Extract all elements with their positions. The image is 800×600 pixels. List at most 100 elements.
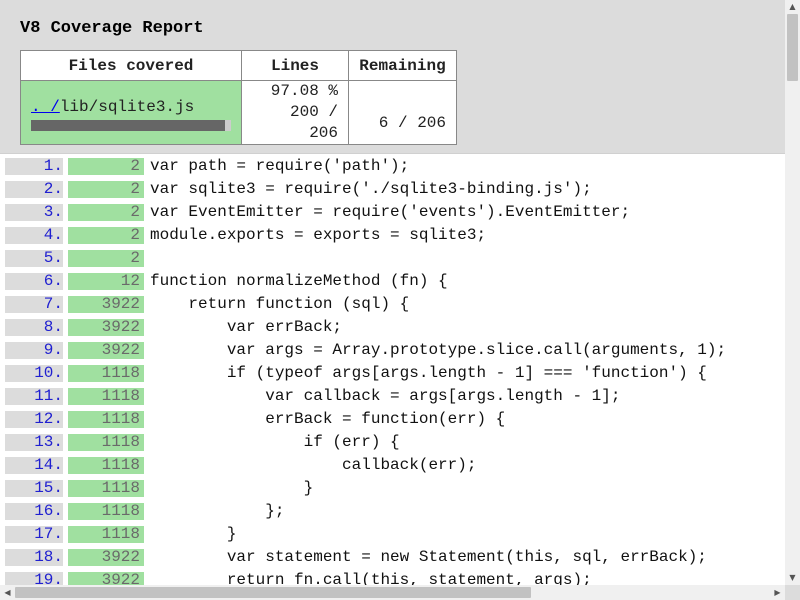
- hit-count: 3922: [68, 549, 144, 566]
- source-text: var statement = new Statement(this, sql,…: [150, 548, 707, 566]
- scroll-right-arrow-icon[interactable]: ▶: [770, 585, 785, 600]
- scroll-up-arrow-icon[interactable]: ▲: [785, 0, 800, 14]
- root-directory-link[interactable]: . /: [31, 98, 60, 116]
- code-line: 9. 3922 var args = Array.prototype.slice.…: [0, 339, 785, 362]
- code-line: 16. 1118 };: [0, 500, 785, 523]
- hit-count: 3922: [68, 572, 144, 585]
- horizontal-scrollbar[interactable]: ◀ ▶: [0, 585, 785, 600]
- line-number: 19.: [5, 572, 63, 585]
- line-number: 6.: [5, 273, 63, 290]
- lines-percent: 97.08 %: [270, 82, 338, 100]
- hit-count: 2: [68, 181, 144, 198]
- line-number: 1.: [5, 158, 63, 175]
- source-text: var path = require('path');: [150, 157, 410, 175]
- coverage-progress-bar: [31, 120, 231, 131]
- source-text: }: [150, 525, 237, 543]
- report-viewport: V8 Coverage Report Files covered Lines R…: [0, 0, 785, 585]
- code-line: 4. 2 module.exports = exports = sqlite3;: [0, 224, 785, 247]
- line-number: 8.: [5, 319, 63, 336]
- code-line: 18. 3922 var statement = new Statement(th…: [0, 546, 785, 569]
- hit-count: 3922: [68, 319, 144, 336]
- lines-header: Lines: [241, 50, 349, 81]
- line-number: 14.: [5, 457, 63, 474]
- code-line: 13. 1118 if (err) {: [0, 431, 785, 454]
- code-line: 12. 1118 errBack = function(err) {: [0, 408, 785, 431]
- line-number: 3.: [5, 204, 63, 221]
- line-number: 5.: [5, 250, 63, 267]
- source-text: return function (sql) {: [150, 295, 410, 313]
- code-line: 11. 1118 var callback = args[args.length …: [0, 385, 785, 408]
- code-line: 19. 3922 return fn.call(this, statement, …: [0, 569, 785, 585]
- hit-count: 2: [68, 227, 144, 244]
- remaining-header: Remaining: [348, 50, 457, 81]
- source-text: function normalizeMethod (fn) {: [150, 272, 448, 290]
- code-line: 7. 3922 return function (sql) {: [0, 293, 785, 316]
- line-number: 9.: [5, 342, 63, 359]
- file-name: lib/sqlite3.js: [59, 98, 195, 116]
- files-covered-header: Files covered: [20, 50, 242, 81]
- remaining-cell: 6 / 206: [348, 80, 457, 145]
- code-line: 3. 2 var EventEmitter = require('events').…: [0, 201, 785, 224]
- hit-count: 3922: [68, 342, 144, 359]
- hit-count: 1118: [68, 480, 144, 497]
- scroll-left-arrow-icon[interactable]: ◀: [0, 585, 15, 600]
- line-number: 12.: [5, 411, 63, 428]
- source-text: var callback = args[args.length - 1];: [150, 387, 621, 405]
- hit-count: 1118: [68, 503, 144, 520]
- code-line: 10. 1118 if (typeof args[args.length - 1]…: [0, 362, 785, 385]
- source-text: errBack = function(err) {: [150, 410, 506, 428]
- line-number: 17.: [5, 526, 63, 543]
- code-line: 2. 2 var sqlite3 = require('./sqlite3-bind…: [0, 178, 785, 201]
- source-text: }: [150, 479, 314, 497]
- source-text: var errBack;: [150, 318, 343, 336]
- summary-table: Files covered Lines Remaining . /lib/sql…: [20, 50, 457, 145]
- source-text: if (err) {: [150, 433, 400, 451]
- remaining-count: 6 / 206: [378, 113, 446, 132]
- line-number: 16.: [5, 503, 63, 520]
- coverage-progress-fill: [31, 120, 226, 131]
- source-text: callback(err);: [150, 456, 477, 474]
- scroll-down-arrow-icon[interactable]: ▼: [785, 571, 800, 585]
- code-line: 5. 2: [0, 247, 785, 270]
- vertical-scroll-thumb[interactable]: [787, 14, 798, 81]
- line-number: 18.: [5, 549, 63, 566]
- code-line: 8. 3922 var errBack;: [0, 316, 785, 339]
- hit-count: 1118: [68, 411, 144, 428]
- source-text: var sqlite3 = require('./sqlite3-binding…: [150, 180, 592, 198]
- report-header: V8 Coverage Report Files covered Lines R…: [0, 0, 785, 154]
- file-cell: . /lib/sqlite3.js: [20, 80, 242, 145]
- line-number: 7.: [5, 296, 63, 313]
- hit-count: 1118: [68, 526, 144, 543]
- horizontal-scroll-thumb[interactable]: [15, 587, 531, 598]
- source-text: return fn.call(this, statement, args);: [150, 571, 592, 586]
- hit-count: 2: [68, 250, 144, 267]
- source-text: var EventEmitter = require('events').Eve…: [150, 203, 631, 221]
- page-title: V8 Coverage Report: [20, 19, 204, 38]
- code-line: 1. 2 var path = require('path');: [0, 155, 785, 178]
- line-number: 15.: [5, 480, 63, 497]
- code-line: 17. 1118 }: [0, 523, 785, 546]
- code-line: 15. 1118 }: [0, 477, 785, 500]
- hit-count: 1118: [68, 388, 144, 405]
- summary-file-row: . /lib/sqlite3.js 97.08 % 200 / 206 6 / …: [20, 80, 457, 145]
- hit-count: 2: [68, 158, 144, 175]
- source-text: module.exports = exports = sqlite3;: [150, 226, 487, 244]
- file-path: . /lib/sqlite3.js: [31, 98, 231, 116]
- hit-count: 1118: [68, 434, 144, 451]
- hit-count: 3922: [68, 296, 144, 313]
- code-line: 6. 12 function normalizeMethod (fn) {: [0, 270, 785, 293]
- lines-cell: 97.08 % 200 / 206: [241, 80, 349, 145]
- line-number: 13.: [5, 434, 63, 451]
- hit-count: 1118: [68, 365, 144, 382]
- scrollbar-corner: [785, 585, 800, 600]
- source-text: };: [150, 502, 285, 520]
- line-number: 10.: [5, 365, 63, 382]
- source-text: var args = Array.prototype.slice.call(ar…: [150, 341, 727, 359]
- source-text: if (typeof args[args.length - 1] === 'fu…: [150, 364, 707, 382]
- hit-count: 1118: [68, 457, 144, 474]
- line-number: 11.: [5, 388, 63, 405]
- summary-header-row: Files covered Lines Remaining: [20, 50, 457, 81]
- vertical-scrollbar[interactable]: ▲ ▼: [785, 0, 800, 585]
- line-number: 2.: [5, 181, 63, 198]
- source-code-listing: 1. 2 var path = require('path'); 2. 2 var sql…: [0, 155, 785, 585]
